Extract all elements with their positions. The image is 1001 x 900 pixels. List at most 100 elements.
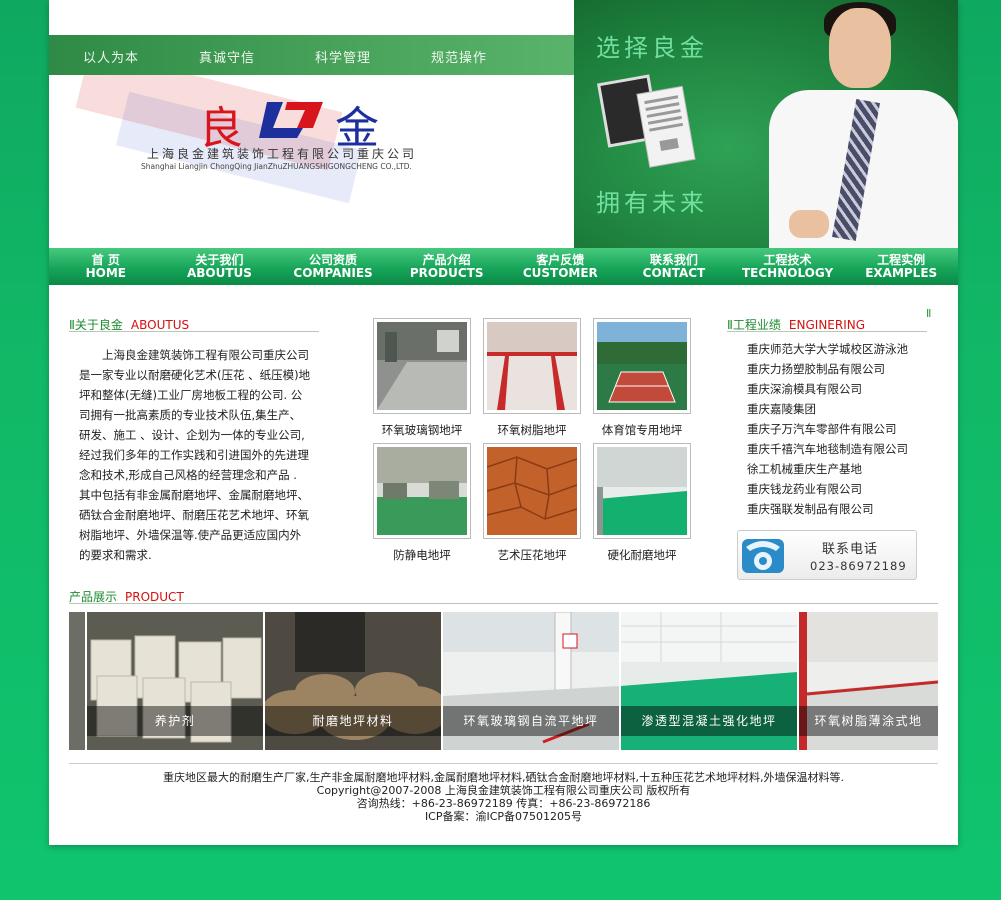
header-banner: 以人为本 真诚守信 科学管理 规范操作 良 金 上海良金建筑装饰工程有限公司重庆… xyxy=(49,0,958,248)
stamped-orange-image xyxy=(486,447,578,535)
gallery-item[interactable]: 耐磨地坪材料 xyxy=(265,612,443,750)
nav-label-cn: 联系我们 xyxy=(649,253,698,267)
engineering-item[interactable]: 重庆千禧汽车地毯制造有限公司 xyxy=(747,439,947,459)
gallery-caption: 环氧玻璃钢自流平地坪 xyxy=(443,706,619,736)
gallery-item-partial xyxy=(69,612,87,750)
nav-label-en: ABOUTUS xyxy=(186,266,252,280)
engineering-heading: Ⅱ工程业绩 ENGINERING xyxy=(727,316,927,332)
footer-description: 重庆地区最大的耐磨生产厂家,生产非金属耐磨地坪材料,金属耐磨地坪材料,硒钛合金耐… xyxy=(163,771,844,784)
engineering-item[interactable]: 重庆嘉陵集团 xyxy=(747,399,947,419)
floor-gray-image xyxy=(377,322,467,410)
slogan-bar: 以人为本 真诚守信 科学管理 规范操作 xyxy=(49,35,574,75)
green-floor-image xyxy=(597,447,687,535)
engineering-item[interactable]: 重庆子万汽车零部件有限公司 xyxy=(747,419,947,439)
thumb-caption: 体育馆专用地坪 xyxy=(601,423,683,437)
thumb-item[interactable]: 环氧树脂地坪 xyxy=(477,318,587,438)
engineering-list: 重庆师范大学大学城校区游泳池 重庆力扬塑胶制品有限公司 重庆深渝模具有限公司 重… xyxy=(747,339,947,519)
nav-technology[interactable]: 工程技术 TECHNOLOGY xyxy=(731,248,845,285)
products-heading-cn: 产品展示 xyxy=(69,590,118,604)
tennis-court-image xyxy=(597,322,687,410)
thumb-frame xyxy=(373,318,471,414)
nav-label-cn: 产品介绍 xyxy=(422,253,471,267)
thumb-caption: 硬化耐磨地坪 xyxy=(607,548,677,562)
engineering-item[interactable]: 重庆师范大学大学城校区游泳池 xyxy=(747,339,947,359)
laptop-image xyxy=(596,74,696,168)
footer-hotline: 咨询热线：+86-23-86972189 传真：+86-23-86972186 xyxy=(356,797,651,810)
products-heading: 产品展示 PRODUCT xyxy=(69,588,938,604)
contact-number: 023-86972189 xyxy=(810,559,907,573)
engineering-item[interactable]: 重庆力扬塑胶制品有限公司 xyxy=(747,359,947,379)
contact-title: 联系电话 xyxy=(822,542,879,557)
nav-label-en: PRODUCTS xyxy=(409,266,484,280)
engineering-item[interactable]: 重庆钱龙药业有限公司 xyxy=(747,479,947,499)
floor-red-white-image xyxy=(487,322,577,410)
nav-companies[interactable]: 公司资质 COMPANIES xyxy=(276,248,390,285)
product-gallery: 养护剂 耐磨地坪材料 环氧玻璃钢自流平地坪 渗透型混凝土强化地坪 环氧树脂薄涂式… xyxy=(69,612,938,750)
slogan-text: 规范操作 xyxy=(431,51,488,66)
logo-mark-icon xyxy=(259,102,323,138)
engineering-item[interactable]: 重庆强联发制品有限公司 xyxy=(747,499,947,519)
nav-products[interactable]: 产品介绍 PRODUCTS xyxy=(390,248,504,285)
engineering-item[interactable]: 徐工机械重庆生产基地 xyxy=(747,459,947,479)
gallery-caption: 渗透型混凝土强化地坪 xyxy=(621,706,797,736)
gallery-caption: 耐磨地坪材料 xyxy=(265,706,441,736)
nav-label-cn: 首 页 xyxy=(91,253,120,267)
nav-label-en: CONTACT xyxy=(642,266,706,280)
person-face xyxy=(829,8,891,88)
contact-phone-box[interactable]: 联系电话 023-86972189 xyxy=(737,530,917,580)
nav-label-cn: 客户反馈 xyxy=(536,253,585,267)
gallery-item[interactable]: 环氧玻璃钢自流平地坪 xyxy=(443,612,621,750)
nav-contact[interactable]: 联系我们 CONTACT xyxy=(617,248,731,285)
gallery-item[interactable]: 渗透型混凝土强化地坪 xyxy=(621,612,799,750)
company-name-cn: 上海良金建筑装饰工程有限公司重庆公司 xyxy=(147,147,418,161)
factory-green-image xyxy=(377,447,467,535)
about-heading-cn: Ⅱ关于良金 xyxy=(69,318,123,332)
gallery-item[interactable]: 环氧树脂薄涂式地 xyxy=(799,612,938,750)
thumb-item[interactable]: 体育馆专用地坪 xyxy=(587,318,697,438)
corner-mark: Ⅱ xyxy=(926,307,932,320)
nav-label-cn: 关于我们 xyxy=(195,253,244,267)
about-heading: Ⅱ关于良金 ABOUTUS xyxy=(69,316,319,332)
thumb-item[interactable]: 艺术压花地坪 xyxy=(477,443,587,563)
gallery-item[interactable]: 养护剂 xyxy=(87,612,265,750)
footer-copyright: Copyright@2007-2008 上海良金建筑装饰工程有限公司重庆公司 版… xyxy=(316,784,691,797)
nav-label-en: HOME xyxy=(85,266,126,280)
thumb-caption: 防静电地坪 xyxy=(393,548,451,562)
nav-examples[interactable]: 工程实例 EXAMPLES xyxy=(844,248,958,285)
banner-slogan-top: 选择良金 xyxy=(596,34,708,62)
thumb-caption: 环氧玻璃钢地坪 xyxy=(381,423,463,437)
person-hand xyxy=(789,210,829,238)
about-text: 上海良金建筑装饰工程有限公司重庆公司是一家专业以耐磨硬化艺术(压花 、纸压模)地… xyxy=(79,348,311,562)
engineering-item[interactable]: 重庆深渝模具有限公司 xyxy=(747,379,947,399)
products-heading-en: PRODUCT xyxy=(125,590,184,604)
thumb-caption: 环氧树脂地坪 xyxy=(497,423,567,437)
slogan-text: 科学管理 xyxy=(315,51,372,66)
nav-label-en: TECHNOLOGY xyxy=(741,266,834,280)
nav-label-en: EXAMPLES xyxy=(865,266,938,280)
nav-label-cn: 公司资质 xyxy=(309,253,358,267)
page-container: 以人为本 真诚守信 科学管理 规范操作 良 金 上海良金建筑装饰工程有限公司重庆… xyxy=(49,0,958,845)
nav-label-en: COMPANIES xyxy=(293,266,373,280)
telephone-icon xyxy=(742,539,784,573)
engineering-heading-cn: Ⅱ工程业绩 xyxy=(727,318,781,332)
thumb-item[interactable]: 环氧玻璃钢地坪 xyxy=(367,318,477,438)
main-nav: 首 页 HOME 关于我们 ABOUTUS 公司资质 COMPANIES 产品介绍 PR… xyxy=(49,248,958,285)
nav-home[interactable]: 首 页 HOME xyxy=(49,248,163,285)
engineering-heading-en: ENGINERING xyxy=(788,318,866,332)
nav-customer[interactable]: 客户反馈 CUSTOMER xyxy=(504,248,618,285)
footer-icp: ICP备案：渝ICP备07501205号 xyxy=(424,810,583,823)
thumb-item[interactable]: 防静电地坪 xyxy=(367,443,477,563)
thumb-frame xyxy=(593,443,691,539)
company-name-en: Shanghai Liangjin ChongQing JianZhuZHUAN… xyxy=(141,162,412,171)
nav-aboutus[interactable]: 关于我们 ABOUTUS xyxy=(163,248,277,285)
thumb-frame xyxy=(483,443,581,539)
thumb-frame xyxy=(373,443,471,539)
about-heading-en: ABOUTUS xyxy=(130,318,190,332)
nav-label-cn: 工程实例 xyxy=(877,253,926,267)
thumb-caption: 艺术压花地坪 xyxy=(497,548,567,562)
gallery-caption: 环氧树脂薄涂式地 xyxy=(799,706,938,736)
thumb-item[interactable]: 硬化耐磨地坪 xyxy=(587,443,697,563)
slogan-text: 真诚守信 xyxy=(199,51,256,66)
slogan-text: 以人为本 xyxy=(83,51,140,66)
nav-label-en: CUSTOMER xyxy=(522,266,598,280)
